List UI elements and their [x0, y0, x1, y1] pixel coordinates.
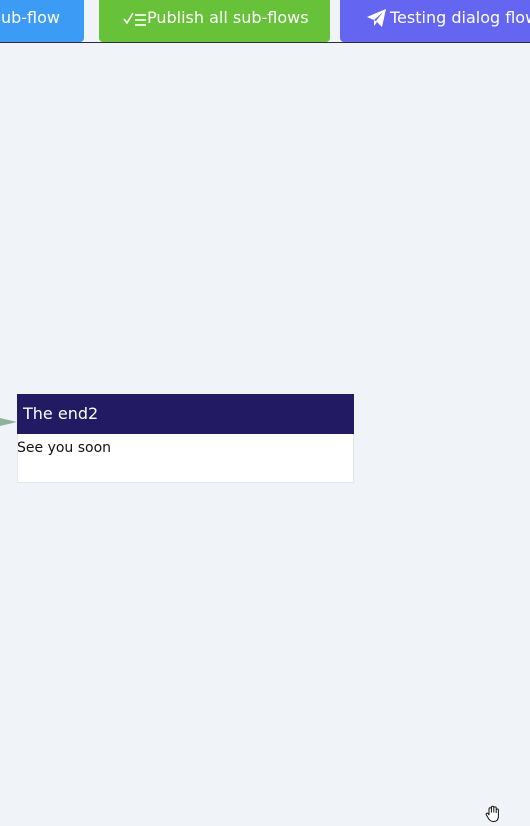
- sub-flow-button-label: sub-flow: [0, 8, 60, 27]
- checklist-icon: [123, 0, 147, 36]
- node-text: See you soon: [17, 440, 112, 456]
- hand-grab-icon: [485, 805, 499, 823]
- testing-dialog-flow-button[interactable]: Testing dialog flow: [340, 0, 530, 42]
- edge-arrowhead: [0, 418, 17, 426]
- sub-flow-button[interactable]: sub-flow: [0, 0, 84, 42]
- toolbar: sub-flow Publish all sub-flows Testing d…: [0, 0, 530, 43]
- flow-node-the-end2[interactable]: The end2 See you soon: [17, 394, 354, 483]
- publish-all-sub-flows-label: Publish all sub-flows: [147, 8, 309, 27]
- paper-plane-icon: [366, 0, 390, 36]
- node-title: The end2: [17, 394, 354, 434]
- publish-all-sub-flows-button[interactable]: Publish all sub-flows: [99, 0, 330, 42]
- testing-dialog-flow-label: Testing dialog flow: [390, 8, 530, 27]
